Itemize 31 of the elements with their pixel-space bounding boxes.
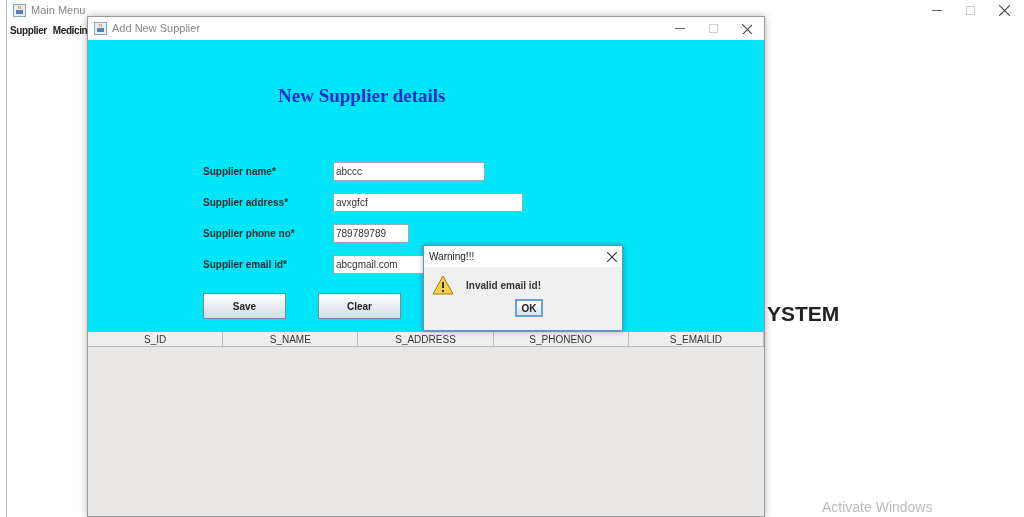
minimize-icon[interactable]: [675, 27, 685, 30]
form-heading: New Supplier details: [278, 84, 446, 108]
close-icon[interactable]: [742, 23, 752, 34]
java-icon: [13, 4, 26, 17]
heading-text: YSTEM: [767, 301, 840, 327]
minimize-icon[interactable]: [932, 9, 942, 12]
field-label: Supplier name*: [203, 165, 277, 179]
field-label: Supplier email id*: [203, 258, 288, 272]
menu-item[interactable]: Medicin: [52, 23, 88, 38]
window-title: Main Menu: [31, 3, 86, 19]
column-header[interactable]: S_PHONENO: [493, 332, 629, 346]
column-header[interactable]: S_EMAILID: [628, 332, 764, 346]
column-header[interactable]: S_ID: [88, 332, 224, 346]
field-label: Supplier address*: [203, 196, 290, 210]
close-icon[interactable]: [999, 5, 1010, 16]
column-header[interactable]: S_ADDRESS: [358, 332, 494, 346]
dialog-message: Invalid email id!: [466, 278, 542, 293]
watermark-text: Activate Windows: [822, 498, 933, 517]
input-field[interactable]: abccc: [333, 162, 485, 181]
java-icon: [94, 22, 107, 35]
input-field[interactable]: avxgfcf: [333, 193, 523, 212]
close-icon[interactable]: [607, 251, 617, 262]
warning-icon: [432, 275, 454, 295]
window-title: Add New Supplier: [112, 21, 201, 37]
input-field[interactable]: 789789789: [333, 224, 409, 243]
column-header[interactable]: S_NAME: [223, 332, 359, 346]
form-button[interactable]: Save: [203, 293, 286, 319]
ok-button[interactable]: OK: [515, 299, 543, 317]
menu-item[interactable]: Supplier: [10, 23, 47, 38]
field-label: Supplier phone no*: [203, 227, 296, 241]
form-button[interactable]: Clear: [318, 293, 401, 319]
